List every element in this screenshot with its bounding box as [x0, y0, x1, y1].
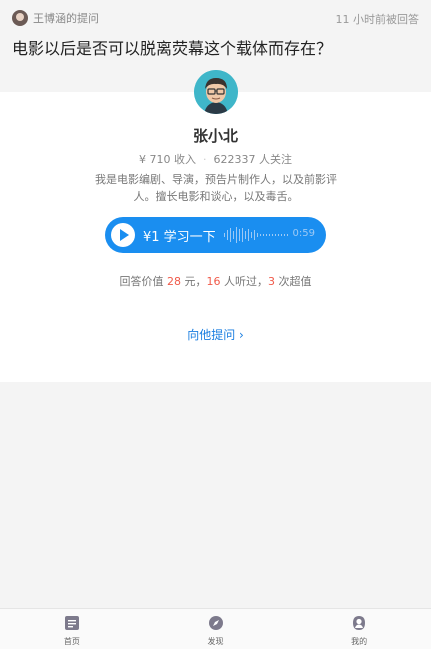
bottom-tabbar: 首页 发现 我的: [0, 608, 431, 649]
play-icon: [111, 223, 135, 247]
value-text: 回答价值: [119, 275, 167, 288]
tab-discover[interactable]: 发现: [144, 609, 288, 649]
value-exceeded: 3: [268, 275, 275, 288]
answerer-bio: 我是电影编剧、导演，预告片制作人，以及前影评人。擅长电影和谈心，以及毒舌。: [95, 173, 337, 203]
value-text: 次超值: [275, 275, 312, 288]
tab-mine[interactable]: 我的: [287, 609, 431, 649]
audio-label: ¥1 学习一下: [143, 229, 216, 245]
audio-play-button[interactable]: ¥1 学习一下 0:59: [105, 217, 326, 253]
value-text: 元，: [181, 275, 207, 288]
answer-value-line: 回答价值 28 元，16 人听过，3 次超值: [0, 273, 431, 289]
profile-icon: [353, 616, 366, 630]
answerer-name[interactable]: 张小北: [0, 125, 431, 146]
income-stat: ¥ 710 收入: [139, 153, 196, 166]
followers-stat: 622337 人关注: [213, 153, 293, 166]
answerer-stats: ¥ 710 收入 · 622337 人关注: [0, 151, 431, 167]
separator-dot: ·: [203, 153, 207, 166]
answer-card: 张小北 ¥ 710 收入 · 622337 人关注 我是电影编剧、导演，预告片制作人…: [0, 70, 431, 382]
audio-duration: 0:59: [292, 228, 315, 239]
waveform-icon: [223, 227, 288, 243]
asker-row[interactable]: 王博涵的提问: [12, 9, 99, 27]
value-text: 人听过，: [220, 275, 268, 288]
tab-label: 发现: [207, 637, 224, 646]
value-price: 28: [167, 275, 181, 288]
asker-name: 王博涵的提问: [33, 12, 99, 25]
asker-avatar: [12, 10, 28, 26]
tab-label: 我的: [351, 637, 368, 646]
compass-icon: [208, 616, 223, 630]
ask-him-link[interactable]: 向他提问 ›: [0, 326, 431, 343]
tab-home[interactable]: 首页: [0, 609, 144, 649]
home-icon: [64, 616, 79, 630]
tab-label: 首页: [63, 637, 80, 646]
answered-time: 11 小时前被回答: [335, 13, 420, 26]
value-listeners: 16: [206, 275, 221, 288]
answerer-avatar[interactable]: [194, 70, 238, 114]
question-title: 电影以后是否可以脱离荧幕这个载体而存在？: [12, 39, 333, 58]
